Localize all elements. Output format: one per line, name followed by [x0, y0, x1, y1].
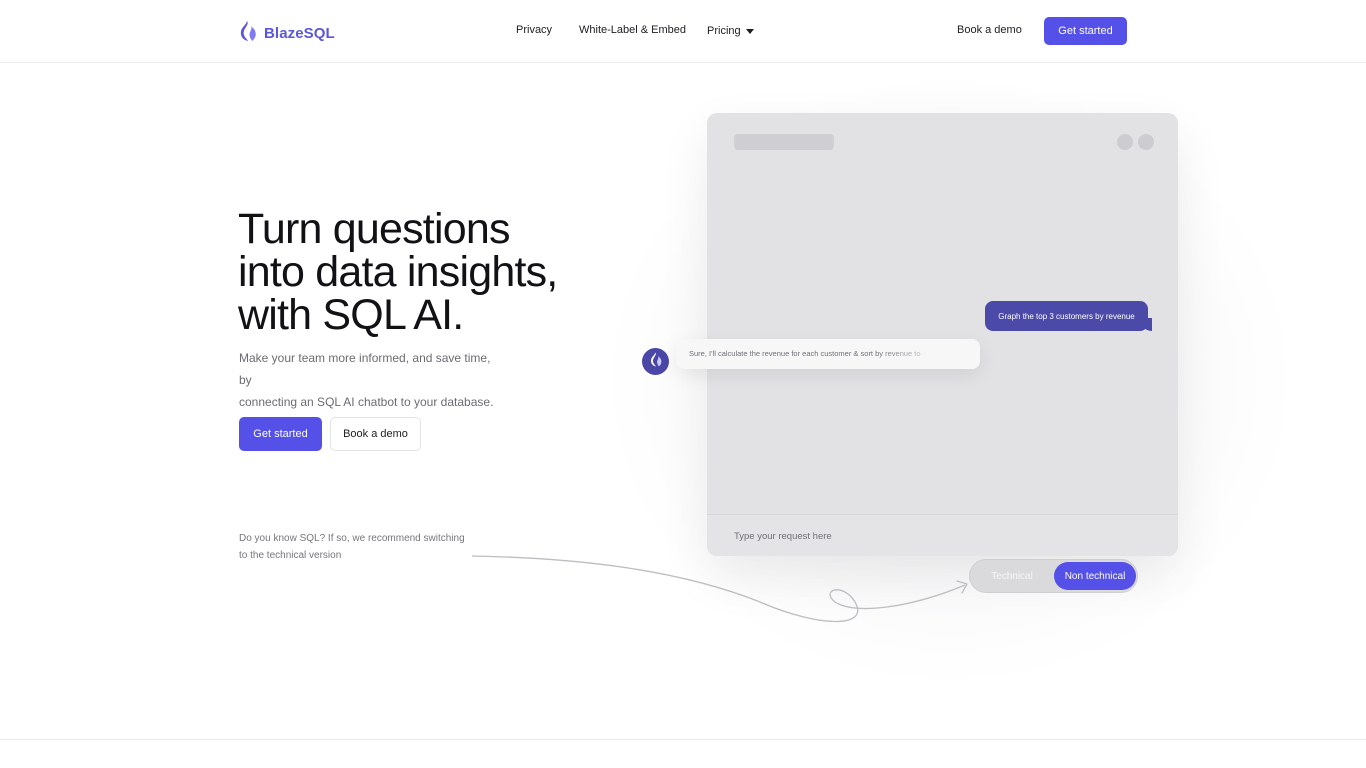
window-title-placeholder [734, 134, 834, 150]
technical-version-hint: Do you know SQL? If so, we recommend swi… [239, 530, 479, 564]
version-toggle: Technical Non technical [969, 559, 1138, 593]
chat-window-mockup: Type your request here [707, 113, 1178, 556]
flame-logo-icon [238, 19, 258, 48]
window-control-dot [1117, 134, 1133, 150]
hint-line: to the technical version [239, 550, 342, 561]
user-message-bubble: Graph the top 3 customers by revenue [985, 301, 1148, 331]
hero-title-line: Turn questions [238, 205, 510, 253]
nav-pricing-label: Pricing [707, 25, 741, 37]
hint-line: Do you know SQL? If so, we recommend swi… [239, 533, 465, 544]
window-control-dot [1138, 134, 1154, 150]
hero-book-demo-button[interactable]: Book a demo [330, 417, 421, 451]
header-get-started-button[interactable]: Get started [1044, 17, 1127, 45]
header-book-demo-link[interactable]: Book a demo [957, 24, 1022, 36]
section-divider [0, 739, 1366, 740]
flame-icon [649, 351, 663, 373]
bot-avatar [642, 348, 669, 375]
brand-logo[interactable]: BlazeSQL [238, 19, 335, 48]
nav-privacy[interactable]: Privacy [516, 24, 552, 36]
hero-title-line: with SQL AI. [238, 291, 464, 339]
nav-pricing-dropdown[interactable]: Pricing [707, 25, 754, 37]
curved-arrow-icon [471, 555, 968, 623]
chevron-down-icon [745, 29, 754, 34]
typing-fade [876, 339, 980, 369]
nav-white-label-embed[interactable]: White-Label & Embed [579, 24, 686, 36]
bot-message-bubble: Sure, I'll calculate the revenue for eac… [676, 339, 980, 369]
hero-subtitle-line: Make your team more informed, and save t… [239, 351, 491, 387]
hero-get-started-button[interactable]: Get started [239, 417, 322, 451]
toggle-non-technical[interactable]: Non technical [1054, 562, 1136, 590]
hero-subtitle-line: connecting an SQL AI chatbot to your dat… [239, 395, 494, 409]
toggle-technical[interactable]: Technical [970, 560, 1054, 592]
hero-title-line: into data insights, [238, 248, 558, 296]
hero-title: Turn questions into data insights, with … [238, 208, 598, 337]
brand-name: BlazeSQL [264, 25, 335, 42]
hero-subtitle: Make your team more informed, and save t… [239, 347, 499, 413]
site-header: BlazeSQL Privacy White-Label & Embed Pri… [0, 0, 1366, 63]
